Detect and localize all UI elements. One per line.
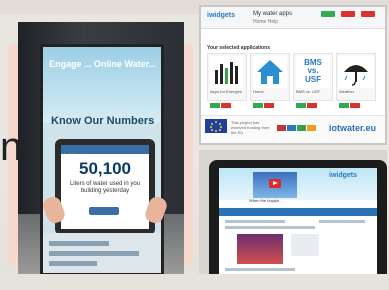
app-card-bms[interactable]: BMS vs. USF BMS vs. USF xyxy=(293,53,333,108)
card-label: Weather xyxy=(339,89,355,94)
card-button-green[interactable] xyxy=(296,103,306,108)
video-caption: When the hoppin... xyxy=(249,198,283,203)
desktop-header: iwidgets My water apps Home Help xyxy=(201,7,385,29)
desktop-menu[interactable]: Home Help xyxy=(253,19,278,25)
card-buttons xyxy=(253,95,287,108)
partner-logos xyxy=(277,119,319,135)
app-card-home[interactable]: Home xyxy=(250,53,290,108)
partner-logo xyxy=(277,125,286,131)
header-tag-red[interactable] xyxy=(361,11,375,17)
card-buttons xyxy=(210,95,244,108)
partner-logo xyxy=(307,143,316,145)
news-image[interactable] xyxy=(237,234,283,264)
kiosk-bottom-panel xyxy=(43,233,161,273)
tablet-photo: When the hoppin... iwidgets Enter your S… xyxy=(199,150,387,290)
partner-logo xyxy=(277,143,286,145)
eu-flag-icon xyxy=(205,119,227,133)
card-button-red[interactable] xyxy=(307,103,317,108)
water-usage-caption: Liters of water used in you building yes… xyxy=(69,181,141,195)
header-tag-green[interactable] xyxy=(321,11,335,17)
tablet-screen: When the hoppin... iwidgets Enter your S… xyxy=(219,168,377,290)
card-buttons xyxy=(296,95,330,108)
card-label: Apps for Energies xyxy=(210,89,242,94)
kiosk-title: Engage ... Online Water... xyxy=(49,59,157,69)
card-button-red[interactable] xyxy=(350,103,360,108)
tablet-logo: iwidgets xyxy=(329,172,358,179)
kiosk-bottom-line xyxy=(49,261,97,266)
text-line xyxy=(319,220,365,223)
card-button-green[interactable] xyxy=(210,103,220,108)
partner-logo xyxy=(297,125,306,131)
kiosk-tablet: iwidgets 50,100 Liters of water used in … xyxy=(55,139,155,235)
section-title: Your selected applications xyxy=(207,45,270,51)
kiosk-bottom-line xyxy=(49,251,139,256)
header-tag-red[interactable] xyxy=(341,11,355,17)
card-label: Home xyxy=(253,89,264,94)
partner-logo xyxy=(287,125,296,131)
card-buttons xyxy=(339,95,373,108)
umbrella-icon xyxy=(339,56,373,88)
kiosk-bottom-line xyxy=(49,241,109,246)
desktop-app-title: My water apps xyxy=(253,11,293,17)
partner-logo xyxy=(297,143,306,145)
kiosk-screen: Engage ... Online Water... Know Our Numb… xyxy=(40,44,169,274)
app-card-energies[interactable]: Apps for Energies xyxy=(207,53,247,108)
kiosk-photo: Engage ... Online Water... Know Our Numb… xyxy=(18,22,184,274)
bar-chart-icon xyxy=(210,56,244,88)
tablet-header: iwidgets xyxy=(61,145,149,160)
kiosk-subtitle: Know Our Numbers xyxy=(51,115,155,127)
card-label: BMS vs. USF xyxy=(296,89,321,94)
partner-logo xyxy=(307,125,316,131)
slide-bottom-strip xyxy=(0,274,389,290)
card-button-green[interactable] xyxy=(339,103,349,108)
water-usage-number: 50,100 xyxy=(79,159,131,178)
kiosk-tablet-screen: iwidgets 50,100 Liters of water used in … xyxy=(61,145,149,229)
card-button-red[interactable] xyxy=(221,103,231,108)
desktop-logo: iwidgets xyxy=(207,12,236,19)
bms-text-tile: BMS vs. USF xyxy=(296,56,330,88)
text-line xyxy=(225,268,295,271)
play-icon[interactable] xyxy=(269,179,281,188)
desktop-app-screenshot: iwidgets My water apps Home Help Your se… xyxy=(199,5,387,145)
footer-text: This project has received funding from t… xyxy=(231,120,270,135)
card-button-red[interactable] xyxy=(264,103,274,108)
partner-logo xyxy=(287,143,296,145)
tablet-button[interactable] xyxy=(89,207,119,215)
app-card-weather[interactable]: Weather xyxy=(336,53,376,108)
news-thumbnail[interactable] xyxy=(291,234,319,256)
text-line xyxy=(225,220,285,223)
bms-tile-text: BMS vs. USF xyxy=(304,58,322,84)
text-line xyxy=(225,226,315,229)
house-icon xyxy=(253,56,287,88)
brand-logo: iotwater.eu xyxy=(329,123,377,133)
card-button-green[interactable] xyxy=(253,103,263,108)
tablet-nav-bar[interactable]: Enter your Sensor Data xyxy=(219,208,377,223)
